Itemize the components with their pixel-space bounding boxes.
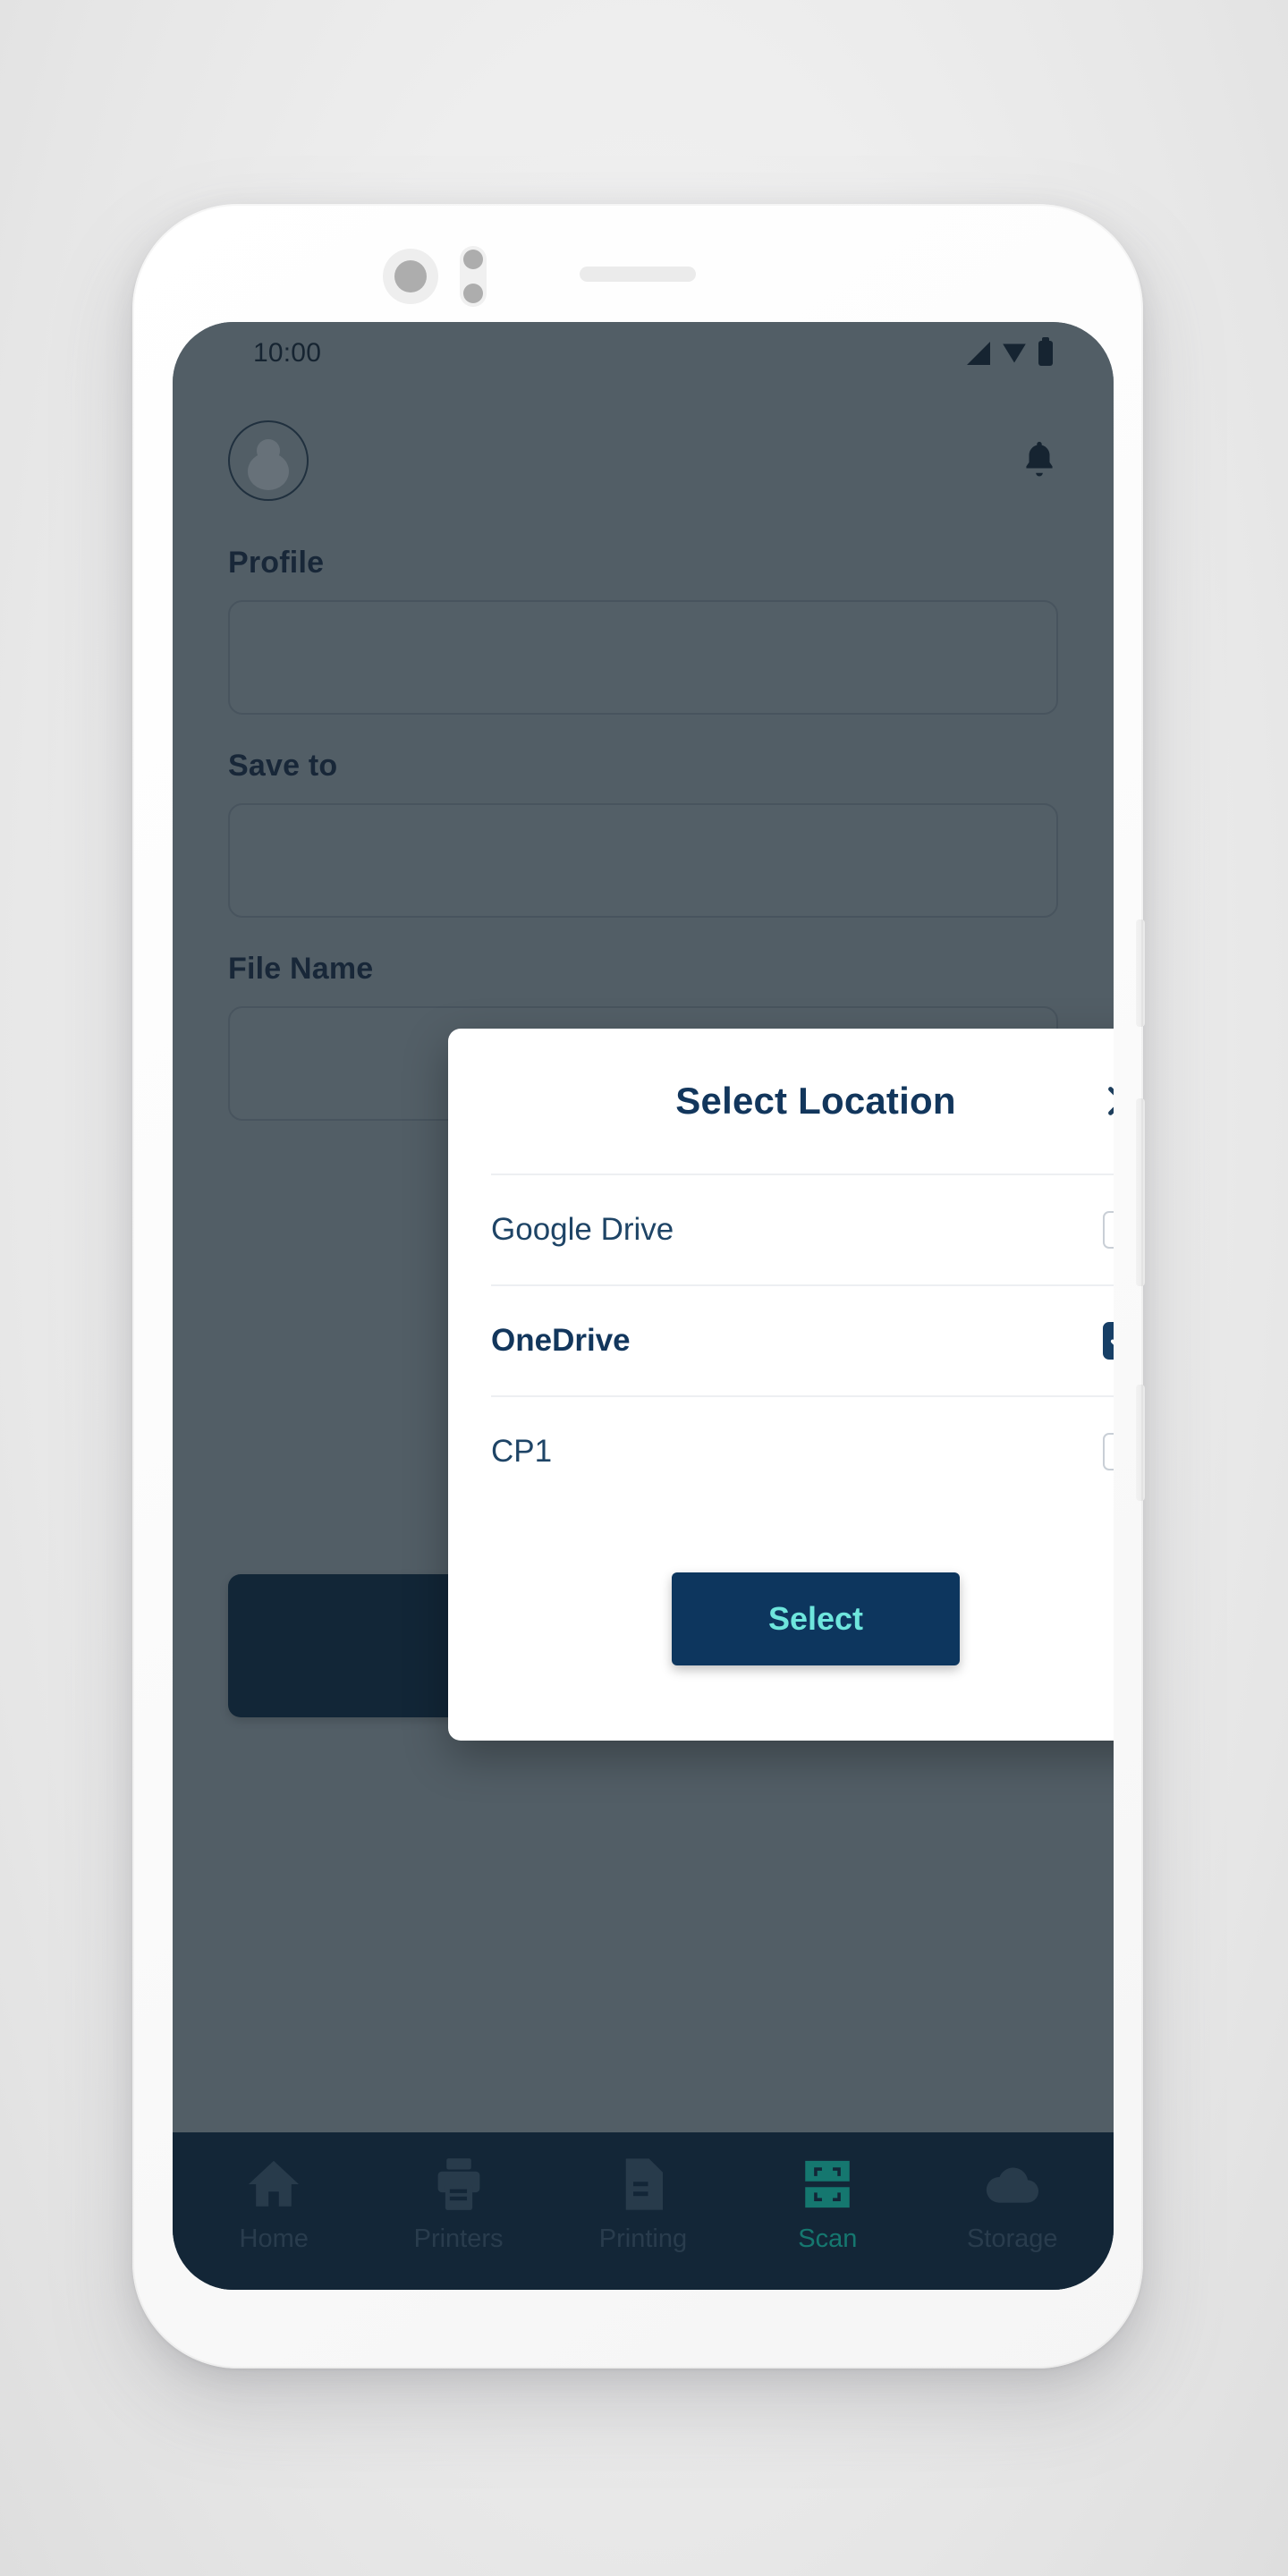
phone-screen: 10:00 Profile Save to File Name Home Pri… <box>173 322 1114 2290</box>
list-item[interactable]: OneDrive <box>491 1284 1114 1395</box>
close-icon[interactable] <box>1097 1076 1114 1126</box>
dialog-footer: Select <box>448 1506 1114 1741</box>
list-item[interactable]: CP1 <box>491 1395 1114 1506</box>
power-button[interactable] <box>1136 919 1145 1027</box>
location-label: Google Drive <box>491 1212 674 1247</box>
location-label: OneDrive <box>491 1323 631 1358</box>
camera-lens-icon <box>383 249 438 304</box>
location-checkbox[interactable] <box>1103 1322 1114 1360</box>
dialog-header: Select Location <box>448 1029 1114 1174</box>
sensor-pill-icon <box>460 246 487 307</box>
location-list: Google Drive OneDrive CP1 <box>448 1174 1114 1506</box>
list-item[interactable]: Google Drive <box>491 1174 1114 1284</box>
location-label: CP1 <box>491 1434 553 1469</box>
location-checkbox[interactable] <box>1103 1211 1114 1249</box>
assistant-button[interactable] <box>1136 1385 1145 1501</box>
volume-button[interactable] <box>1136 1098 1145 1286</box>
location-checkbox[interactable] <box>1103 1433 1114 1470</box>
sensor-dot-top <box>463 250 483 269</box>
select-location-dialog: Select Location Google Drive OneDrive CP… <box>448 1029 1114 1741</box>
select-button[interactable]: Select <box>672 1572 960 1665</box>
dialog-title: Select Location <box>675 1080 956 1122</box>
sensor-dot-bottom <box>463 284 483 303</box>
speaker-grille-icon <box>580 267 696 282</box>
